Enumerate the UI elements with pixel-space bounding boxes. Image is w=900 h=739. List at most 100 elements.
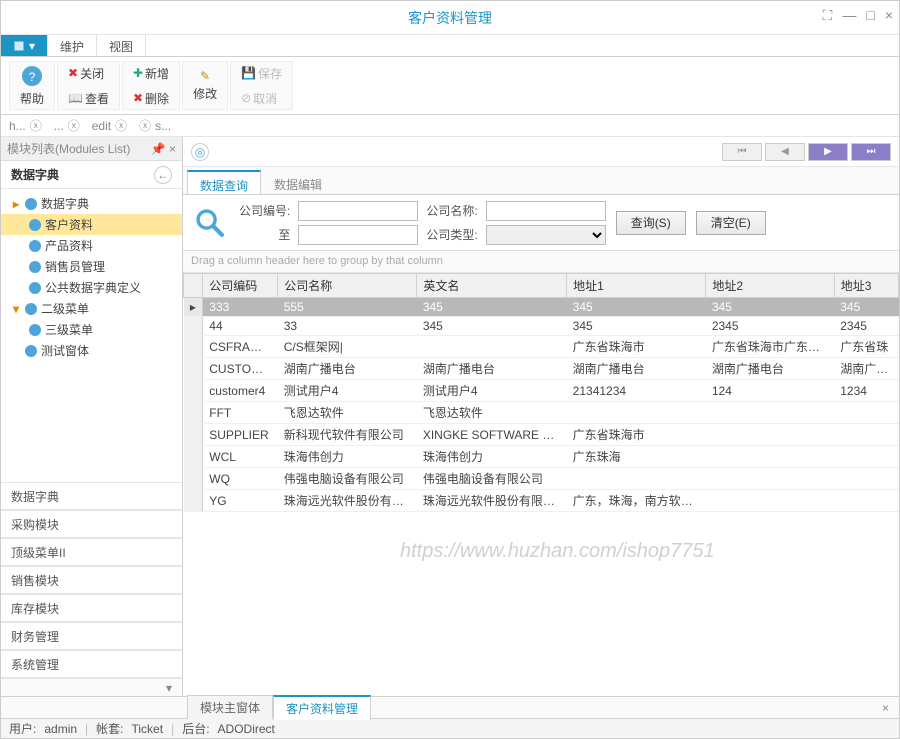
close-window-icon[interactable]: × <box>885 7 893 24</box>
subtab-edit[interactable]: editⓧ <box>92 117 127 134</box>
close-button[interactable]: ✖关闭 <box>64 63 113 84</box>
cell[interactable] <box>706 468 834 490</box>
cell[interactable]: customer4 <box>203 380 278 402</box>
cell[interactable]: FFT <box>203 402 278 424</box>
view-button[interactable]: 📖查看 <box>64 88 113 109</box>
cell[interactable]: 新科现代软件有限公司 <box>278 424 417 446</box>
tree-root[interactable]: ▸数据字典 <box>1 193 182 214</box>
cell[interactable]: 345 <box>417 317 567 336</box>
cell[interactable]: 345 <box>834 298 898 317</box>
cell[interactable]: 伟强电脑设备有限公司 <box>417 468 567 490</box>
cell[interactable]: CSFRAMEW... <box>203 336 278 358</box>
table-row[interactable]: YG珠海远光软件股份有限公司珠海远光软件股份有限公司广东，珠海，南方软件园 <box>184 490 899 512</box>
close-icon[interactable]: ⓧ <box>30 117 42 134</box>
cell[interactable]: 广东省珠海市 <box>567 424 706 446</box>
cell[interactable]: 广东省珠海市广东省珠海市 <box>706 336 834 358</box>
doc-tab-close-icon[interactable]: × <box>882 701 889 715</box>
col-en[interactable]: 英文名 <box>417 274 567 298</box>
restore-icon[interactable]: ⛶ <box>823 7 833 24</box>
cell[interactable] <box>706 490 834 512</box>
group-by-hint[interactable]: Drag a column header here to group by th… <box>183 251 899 273</box>
cell[interactable]: 33 <box>278 317 417 336</box>
ribbon-tab-maintain[interactable]: 维护 <box>48 35 97 56</box>
expand-icon[interactable]: ▾ <box>11 302 21 316</box>
col-addr1[interactable]: 地址1 <box>567 274 706 298</box>
col-code[interactable]: 公司编码 <box>203 274 278 298</box>
accordion-section-4[interactable]: 库存模块 <box>1 594 182 622</box>
cell[interactable]: 湖南广播电台 <box>278 358 417 380</box>
clear-button[interactable]: 清空(E) <box>696 211 766 235</box>
accordion-section-1[interactable]: 采购模块 <box>1 510 182 538</box>
sidebar-collapse[interactable]: ▾ <box>1 678 182 696</box>
cell[interactable] <box>834 446 898 468</box>
tree-testform[interactable]: 测试窗体 <box>1 340 182 361</box>
subtab-dots1[interactable]: ...ⓧ <box>54 117 80 134</box>
pin-icon[interactable]: 📌 × <box>151 142 176 156</box>
tree-menu2[interactable]: ▾二级菜单 <box>1 298 182 319</box>
doc-tab-current[interactable]: 客户资料管理 <box>273 695 371 720</box>
cell[interactable]: 2345 <box>834 317 898 336</box>
cell[interactable] <box>417 336 567 358</box>
input-company-name[interactable] <box>486 201 606 221</box>
cell[interactable]: 珠海远光软件股份有限公司 <box>417 490 567 512</box>
tree-customer[interactable]: 客户资料 <box>1 214 182 235</box>
col-addr2[interactable]: 地址2 <box>706 274 834 298</box>
cell[interactable]: 珠海远光软件股份有限公司 <box>278 490 417 512</box>
pager-first[interactable]: ⏮ <box>722 143 762 161</box>
ribbon-tab-view[interactable]: 视图 <box>97 35 146 56</box>
cell[interactable]: 124 <box>706 380 834 402</box>
cell[interactable]: 广东省珠海市 <box>567 336 706 358</box>
cell[interactable] <box>706 402 834 424</box>
help-button[interactable]: ? 帮助 <box>16 62 48 109</box>
cell[interactable]: XINGKE SOFTWARE COMP... <box>417 424 567 446</box>
cell[interactable]: C/S框架网| <box>278 336 417 358</box>
tab-edit[interactable]: 数据编辑 <box>261 170 335 194</box>
table-row[interactable]: 443334534523452345 <box>184 317 899 336</box>
cell[interactable]: 345 <box>706 298 834 317</box>
cell[interactable] <box>706 424 834 446</box>
pager-prev[interactable]: ◀ <box>765 143 805 161</box>
table-row[interactable]: customer4测试用户4测试用户4213412341241234 <box>184 380 899 402</box>
cell[interactable] <box>567 402 706 424</box>
cell[interactable]: 345 <box>417 298 567 317</box>
ribbon-tab-file[interactable]: ▾ <box>1 35 48 56</box>
cell[interactable]: WCL <box>203 446 278 468</box>
minimize-icon[interactable]: — <box>842 7 856 24</box>
cell[interactable]: YG <box>203 490 278 512</box>
delete-button[interactable]: ✖删除 <box>129 88 173 109</box>
tree-sales[interactable]: 销售员管理 <box>1 256 182 277</box>
accordion-section-3[interactable]: 销售模块 <box>1 566 182 594</box>
cell[interactable]: 345 <box>567 317 706 336</box>
subtab-s[interactable]: ⓧs... <box>139 117 171 134</box>
select-company-type[interactable] <box>486 225 606 245</box>
close-icon[interactable]: ⓧ <box>139 117 151 134</box>
maximize-icon[interactable]: □ <box>866 7 874 24</box>
cell[interactable] <box>834 468 898 490</box>
cell[interactable] <box>834 424 898 446</box>
cell[interactable]: 345 <box>567 298 706 317</box>
refresh-icon[interactable]: ◎ <box>191 143 209 161</box>
accordion-section-2[interactable]: 顶级菜单II <box>1 538 182 566</box>
data-grid[interactable]: 公司编码 公司名称 英文名 地址1 地址2 地址3 ▸3335553453453… <box>183 273 899 696</box>
tree-menu3[interactable]: 三级菜单 <box>1 319 182 340</box>
cell[interactable]: 1234 <box>834 380 898 402</box>
cell[interactable]: 湖南广播电台 <box>417 358 567 380</box>
expand-icon[interactable]: ▸ <box>11 197 21 211</box>
cell[interactable]: 555 <box>278 298 417 317</box>
accordion-section-5[interactable]: 财务管理 <box>1 622 182 650</box>
table-row[interactable]: CUSTOMER湖南广播电台湖南广播电台湖南广播电台湖南广播电台湖南广播电 <box>184 358 899 380</box>
cell[interactable] <box>706 446 834 468</box>
modify-button[interactable]: ✎ 修改 <box>189 67 221 104</box>
back-icon[interactable]: ← <box>154 166 172 184</box>
cell[interactable]: 伟强电脑设备有限公司 <box>278 468 417 490</box>
cell[interactable]: 测试用户4 <box>417 380 567 402</box>
cell[interactable]: 飞恩达软件 <box>417 402 567 424</box>
subtab-h[interactable]: h...ⓧ <box>9 117 42 134</box>
cell[interactable]: 飞恩达软件 <box>278 402 417 424</box>
doc-tab-main[interactable]: 模块主窗体 <box>187 695 273 719</box>
cell[interactable] <box>834 490 898 512</box>
cell[interactable]: CUSTOMER <box>203 358 278 380</box>
input-company-code-from[interactable] <box>298 201 418 221</box>
cell[interactable]: 广东，珠海，南方软件园 <box>567 490 706 512</box>
table-row[interactable]: CSFRAMEW...C/S框架网|广东省珠海市广东省珠海市广东省珠海市广东省珠 <box>184 336 899 358</box>
